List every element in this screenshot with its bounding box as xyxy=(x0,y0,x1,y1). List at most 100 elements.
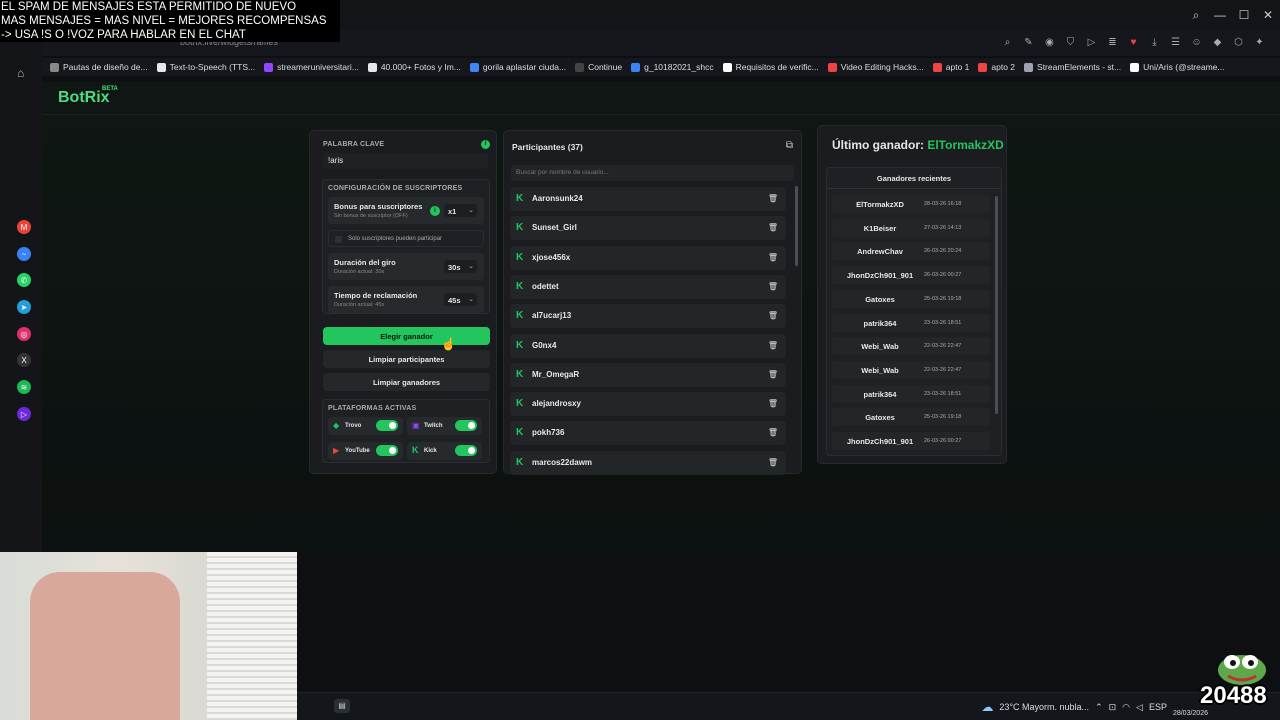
claim-select[interactable]: 45s ⌄ xyxy=(444,293,477,306)
bookmark-label: Video Editing Hacks... xyxy=(840,62,924,72)
bookmark-label: Requisitos de verific... xyxy=(735,62,819,72)
trash-icon[interactable]: 🗑 xyxy=(768,458,778,467)
trash-icon[interactable]: 🗑 xyxy=(768,341,778,350)
participants-search-input[interactable]: Buscar por nombre de usuario... xyxy=(511,165,794,181)
bookmark-item[interactable]: Requisitos de verific... xyxy=(722,62,819,72)
menu-icon[interactable]: ☰ xyxy=(1167,34,1184,51)
maximize-button[interactable]: ☐ xyxy=(1232,0,1256,30)
winner-name: Gatoxes xyxy=(865,294,895,304)
search-icon[interactable]: ⌕ xyxy=(1184,0,1208,30)
shield-icon[interactable]: ⛉ xyxy=(1062,34,1079,51)
home-icon[interactable]: ⌂ xyxy=(17,66,24,80)
bookmark-favicon-icon xyxy=(575,62,585,72)
bookmark-item[interactable]: 40.000+ Fotos y Im... xyxy=(367,62,461,72)
play-icon[interactable]: ▷ xyxy=(1083,34,1100,51)
bookmark-favicon-icon xyxy=(932,62,942,72)
clear-winners-button[interactable]: Limpiar ganadores xyxy=(323,373,490,391)
winner-row: patrik364 23-03-26 18:51 xyxy=(832,384,990,403)
bookmark-item[interactable]: Text-to-Speech (TTS... xyxy=(156,62,255,72)
bonus-info-icon[interactable]: i xyxy=(430,206,440,216)
last-winner-name: ElTormakzXD xyxy=(927,138,1004,152)
ai-icon[interactable]: ✦ xyxy=(1251,34,1268,51)
bonus-sub: Sin bonus de suscriptor (OFF) xyxy=(334,213,408,219)
heart-icon[interactable]: ♥ xyxy=(1125,34,1142,51)
only-subs-checkbox[interactable] xyxy=(335,236,342,243)
bookmark-item[interactable]: StreamElements - st... xyxy=(1024,62,1121,72)
wifi-icon[interactable]: ◠ xyxy=(1122,702,1130,713)
winners-scrollbar[interactable] xyxy=(995,196,998,414)
winner-name: patrik364 xyxy=(863,389,897,399)
kick-toggle[interactable] xyxy=(455,445,477,456)
bonus-select[interactable]: x1 ⌄ xyxy=(444,204,477,217)
cube-icon[interactable]: ⬡ xyxy=(1230,34,1247,51)
participant-row: K Mr_OmegaR 🗑 xyxy=(510,362,786,387)
winner-name: JhonDzCh901_901 xyxy=(846,271,914,281)
trash-icon[interactable]: 🗑 xyxy=(768,223,778,232)
bonus-row: Bonus para suscriptores Sin bonus de sus… xyxy=(328,197,484,224)
trash-icon[interactable]: 🗑 xyxy=(768,282,778,291)
whatsapp-icon[interactable]: ✆ xyxy=(17,273,31,287)
trash-icon[interactable]: 🗑 xyxy=(768,311,778,320)
participant-row: Kodettet 🗑 xyxy=(510,274,786,299)
spotify-icon[interactable]: ≋ xyxy=(17,380,31,394)
close-button[interactable]: ✕ xyxy=(1256,0,1280,30)
clear-participants-button[interactable]: Limpiar participantes xyxy=(323,350,490,368)
instagram-icon[interactable]: ◎ xyxy=(17,327,31,341)
volume-icon[interactable]: ◁ xyxy=(1136,702,1143,713)
participant-row: Kal7ucarj13 🗑 xyxy=(510,304,786,329)
x-icon[interactable]: X xyxy=(17,353,31,367)
bookmark-item[interactable]: g_10182021_shcc xyxy=(631,62,714,72)
camera-icon[interactable]: ◉ xyxy=(1041,34,1058,51)
youtube-toggle[interactable] xyxy=(376,445,398,456)
participants-scrollbar[interactable] xyxy=(795,186,798,266)
winner-date: 23-03-26 18:51 xyxy=(924,390,962,397)
bookmark-item[interactable]: Pautas de diseño de... xyxy=(50,62,148,72)
bookmark-item[interactable]: apto 1 xyxy=(932,62,969,72)
bookmark-item[interactable]: streameruniversitari... xyxy=(264,62,359,72)
telegram-icon[interactable]: ➤ xyxy=(17,300,31,314)
extension-icon[interactable]: ◆ xyxy=(1209,34,1226,51)
bookmark-item[interactable]: Continue xyxy=(575,62,622,72)
spin-select[interactable]: 30s ⌄ xyxy=(444,260,477,273)
trash-icon[interactable]: 🗑 xyxy=(768,253,778,262)
spin-sub: Duración actual: 30s xyxy=(334,269,385,275)
download-icon[interactable]: ⤓ xyxy=(1146,34,1163,51)
only-subs-row[interactable]: Solo suscriptores pueden participar xyxy=(328,230,484,247)
zoom-icon[interactable]: ⌕ xyxy=(999,34,1016,51)
list-icon[interactable]: ≣ xyxy=(1104,34,1121,51)
info-icon[interactable]: i xyxy=(481,140,490,149)
tray-chevron-icon[interactable]: ⌃ xyxy=(1095,702,1103,713)
trash-icon[interactable]: 🗑 xyxy=(768,399,778,408)
bookmark-label: Continue xyxy=(588,62,623,72)
bookmark-item[interactable]: Video Editing Hacks... xyxy=(827,62,924,72)
winner-row: Webi_Wab 22-03-26 22:47 xyxy=(832,360,990,379)
trovo-icon: ◆ xyxy=(333,421,340,430)
profile-icon[interactable]: ☺ xyxy=(1188,34,1205,51)
taskbar-app-icon[interactable]: ▤ xyxy=(334,699,350,713)
language-indicator[interactable]: ESP xyxy=(1149,702,1167,712)
weather-text[interactable]: 23°C Mayorm. nubla... xyxy=(999,702,1089,712)
minimize-button[interactable]: — xyxy=(1208,0,1232,30)
bookmark-item[interactable]: Uni/Aris (@streame... xyxy=(1130,62,1225,72)
keyword-input[interactable]: !aris xyxy=(323,153,488,169)
trash-icon[interactable]: 🗑 xyxy=(768,194,778,203)
gmail-icon[interactable]: M xyxy=(17,220,31,234)
frog-emote-overlay: 20488 xyxy=(1200,648,1280,720)
edit-icon[interactable]: ✎ xyxy=(1020,34,1037,51)
winner-row: JhonDzCh901_901 26-03-26 00:27 xyxy=(832,432,990,450)
trash-icon[interactable]: 🗑 xyxy=(768,370,778,379)
winner-row: Webi_Wab 22-03-26 22:47 xyxy=(832,337,990,356)
youtube-icon: ▶ xyxy=(333,446,340,455)
bookmark-item[interactable]: apto 2 xyxy=(978,62,1015,72)
pick-winner-button[interactable]: Elegir ganador xyxy=(323,327,490,345)
messenger-icon[interactable]: ~ xyxy=(17,247,31,261)
trash-icon[interactable]: 🗑 xyxy=(768,428,778,437)
twitch-toggle[interactable] xyxy=(455,420,477,431)
trovo-toggle[interactable] xyxy=(376,420,398,431)
copy-icon[interactable]: ⧉ xyxy=(786,140,793,151)
player-icon[interactable]: ▷ xyxy=(17,407,31,421)
tray-network-icon[interactable]: ⊡ xyxy=(1109,702,1117,713)
participant-name: marcos22dawm xyxy=(532,457,593,467)
participant-row: Kxjose456x 🗑 xyxy=(510,245,786,270)
bookmark-item[interactable]: gorila aplastar ciuda... xyxy=(469,62,566,72)
